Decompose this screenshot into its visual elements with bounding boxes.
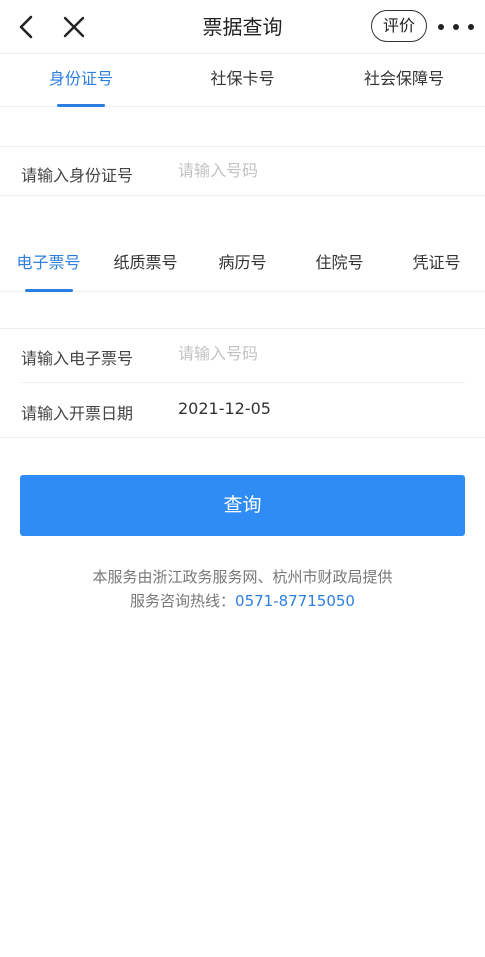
id-type-tabs: 身份证号 社保卡号 社会保障号 <box>0 55 485 107</box>
tab-label: 身份证号 <box>48 69 113 88</box>
more-dot <box>453 24 459 30</box>
tab-paper-bill[interactable]: 纸质票号 <box>97 238 194 292</box>
close-icon <box>63 16 85 38</box>
hotline-line: 服务咨询热线：0571-87715050 <box>0 590 485 611</box>
bill-field-label: 请输入电子票号 <box>21 349 134 368</box>
more-dots-icon <box>438 24 444 30</box>
tab-electronic-bill[interactable]: 电子票号 <box>0 238 97 292</box>
tab-hospitalization[interactable]: 住院号 <box>291 238 388 292</box>
tab-label: 纸质票号 <box>113 253 178 272</box>
divider <box>0 328 485 329</box>
service-provider-text: 本服务由浙江政务服务网、杭州市财政局提供 <box>92 568 393 586</box>
query-button[interactable]: 查询 <box>20 475 465 536</box>
chevron-left-icon <box>19 15 33 39</box>
tab-label: 病历号 <box>218 253 267 272</box>
tab-label: 电子票号 <box>16 253 81 272</box>
hotline-number-link[interactable]: 0571-87715050 <box>235 592 355 610</box>
tab-medical-record[interactable]: 病历号 <box>194 238 291 292</box>
bill-type-tabs: 电子票号 纸质票号 病历号 住院号 凭证号 <box>0 238 485 292</box>
divider <box>21 382 465 383</box>
more-button[interactable] <box>438 12 474 42</box>
tab-social-security-number[interactable]: 社会保障号 <box>323 55 485 107</box>
divider <box>0 146 485 147</box>
invoice-date-input[interactable] <box>178 399 428 418</box>
rate-button[interactable]: 评价 <box>371 10 427 42</box>
tab-label: 凭证号 <box>412 253 461 272</box>
tab-social-security-card[interactable]: 社保卡号 <box>162 55 323 107</box>
active-tab-indicator <box>24 289 73 292</box>
tab-id-card[interactable]: 身份证号 <box>0 55 162 107</box>
more-dot <box>468 24 474 30</box>
divider <box>0 437 485 438</box>
navigation-bar: 票据查询 评价 <box>0 0 485 54</box>
id-field-label: 请输入身份证号 <box>21 166 134 185</box>
tab-label: 社会保障号 <box>363 69 444 88</box>
hotline-label: 服务咨询热线： <box>130 592 236 610</box>
date-field-label: 请输入开票日期 <box>21 404 134 423</box>
id-number-input[interactable] <box>178 161 428 180</box>
tab-label: 社保卡号 <box>210 69 275 88</box>
tab-voucher[interactable]: 凭证号 <box>388 238 485 292</box>
tab-label: 住院号 <box>315 253 364 272</box>
active-tab-indicator <box>57 104 105 107</box>
close-button[interactable] <box>57 10 91 44</box>
back-button[interactable] <box>10 10 44 44</box>
bill-number-input[interactable] <box>178 344 428 363</box>
divider <box>0 195 485 196</box>
